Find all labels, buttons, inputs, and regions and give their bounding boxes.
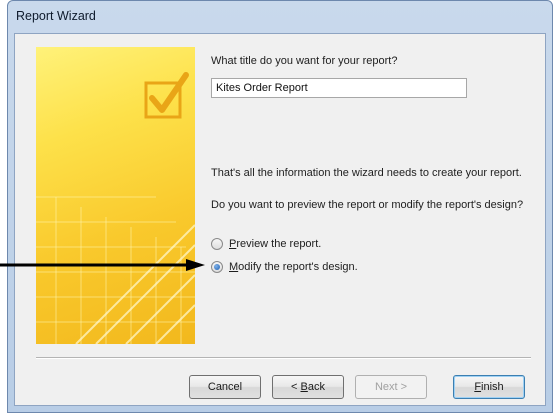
finish-rest: inish bbox=[481, 381, 504, 393]
preview-radio-button[interactable] bbox=[211, 238, 223, 250]
window-title: Report Wizard bbox=[16, 9, 96, 23]
preview-report-option[interactable]: Preview the report. bbox=[211, 238, 321, 250]
back-rest: ack bbox=[307, 381, 325, 393]
button-separator bbox=[36, 357, 531, 359]
back-button[interactable]: < Back bbox=[272, 375, 344, 399]
info-text: That's all the information the wizard ne… bbox=[211, 167, 522, 179]
finish-mnemonic: F bbox=[474, 381, 482, 393]
wizard-side-graphic bbox=[36, 47, 195, 344]
modify-option-label: Modify the report's design. bbox=[229, 261, 358, 273]
modify-radio-button[interactable] bbox=[211, 261, 223, 273]
arrow-right-icon bbox=[0, 259, 205, 271]
wizard-content: What title do you want for your report? … bbox=[14, 33, 547, 407]
modify-design-option[interactable]: Modify the report's design. bbox=[211, 261, 358, 273]
title-prompt-label: What title do you want for your report? bbox=[211, 55, 398, 67]
title-bar[interactable]: Report Wizard bbox=[8, 1, 552, 31]
wizard-decoration-graphic bbox=[36, 72, 195, 344]
cancel-button[interactable]: Cancel bbox=[189, 375, 261, 399]
back-prefix: < bbox=[291, 381, 301, 393]
preview-option-label: Preview the report. bbox=[229, 238, 322, 250]
preview-modify-question: Do you want to preview the report or mod… bbox=[211, 199, 524, 211]
finish-button[interactable]: Finish bbox=[453, 375, 525, 399]
report-title-input[interactable] bbox=[211, 78, 467, 98]
checkbox-check-icon bbox=[144, 72, 189, 119]
back-mnemonic: B bbox=[300, 381, 308, 393]
next-button[interactable]: Next > bbox=[355, 375, 427, 399]
